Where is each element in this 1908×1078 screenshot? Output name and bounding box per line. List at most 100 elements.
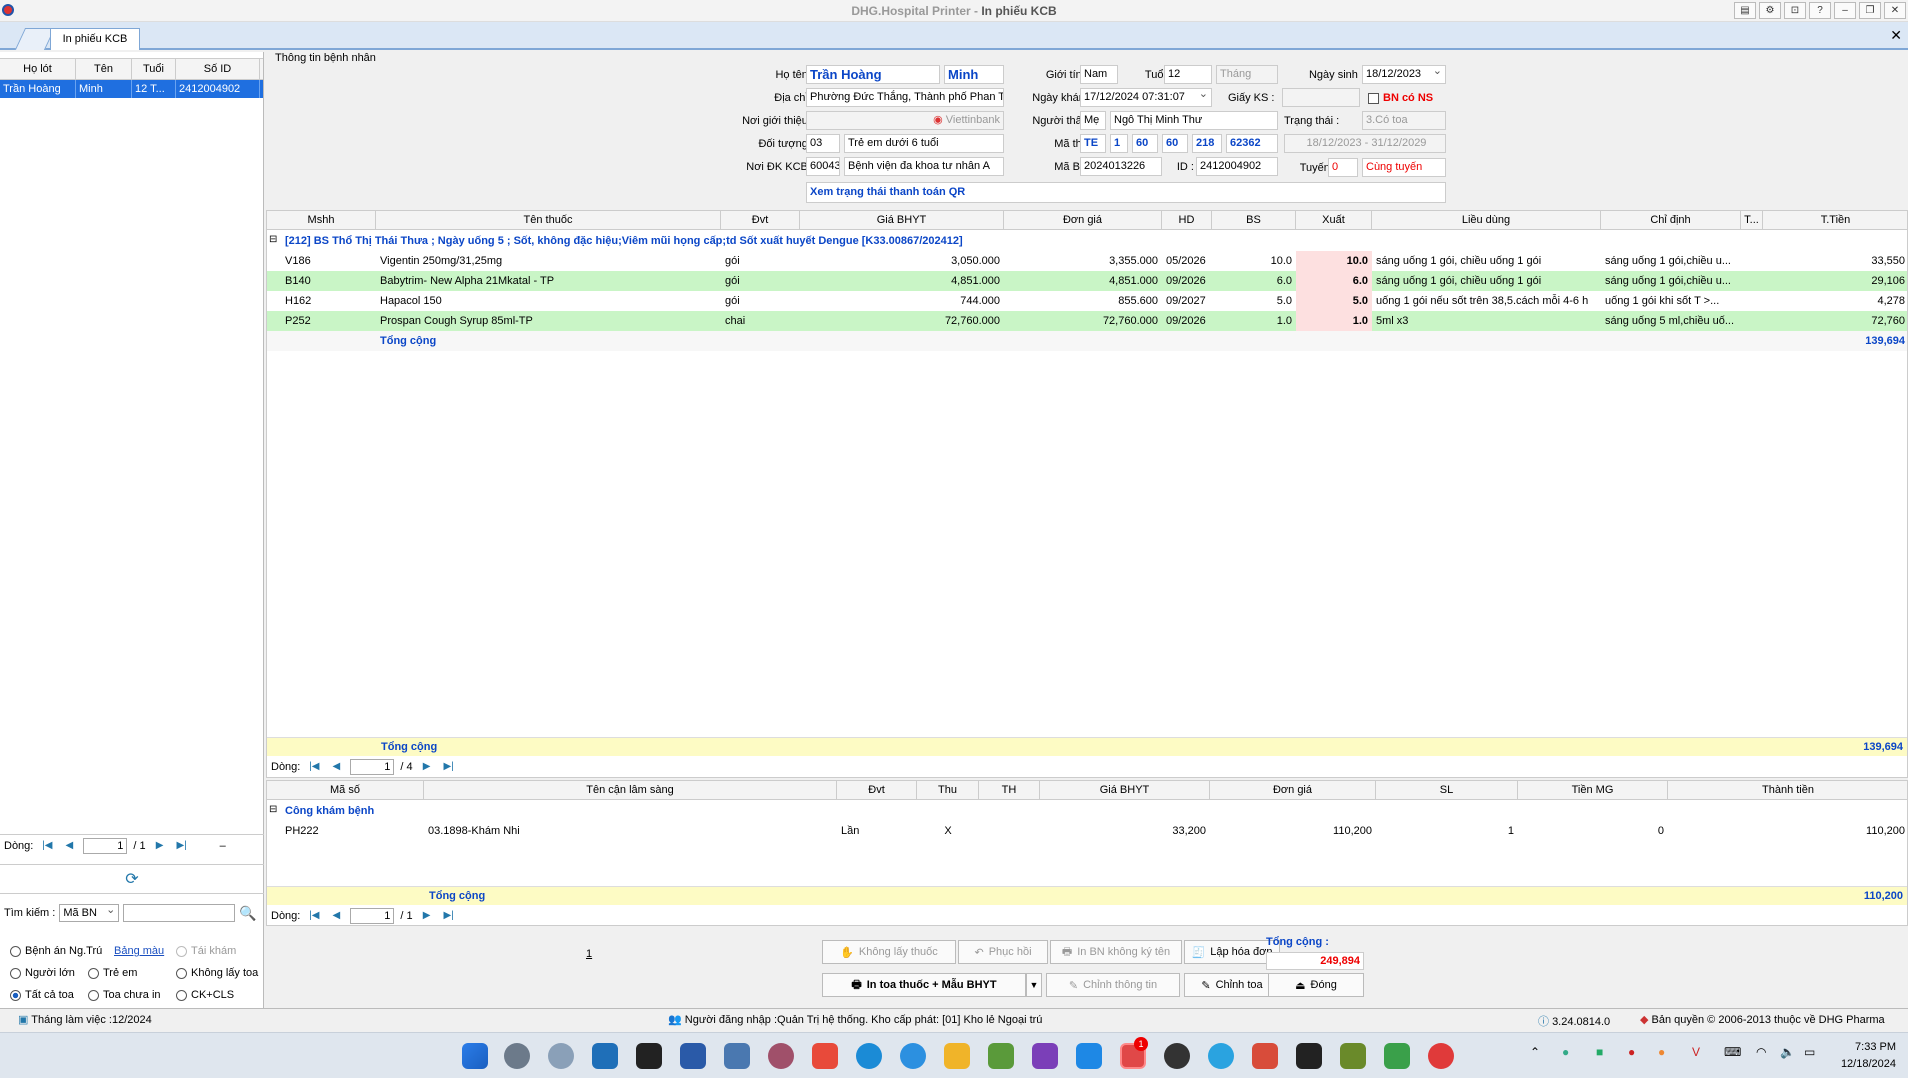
pin-icon[interactable]: ⊡ — [1784, 2, 1806, 19]
ho-lot-field[interactable]: Trần Hoàng — [806, 65, 940, 84]
first-page-icon[interactable]: |◀ — [39, 839, 55, 853]
settings-icon[interactable] — [504, 1043, 530, 1069]
bn-co-ns-checkbox[interactable]: BN có NS — [1368, 92, 1433, 104]
collapse-group-icon[interactable]: ⊟ — [267, 801, 281, 821]
tray-icon[interactable]: V — [1692, 1045, 1700, 1059]
notepad-icon[interactable] — [988, 1043, 1014, 1069]
prev-page-icon[interactable]: ◀ — [328, 760, 344, 774]
col-so-id[interactable]: Số ID — [176, 59, 260, 79]
hospital-icon[interactable] — [1428, 1043, 1454, 1069]
powershell-icon[interactable] — [680, 1043, 706, 1069]
col-chi-dinh[interactable]: Chỉ định — [1601, 211, 1741, 230]
col-sl[interactable]: SL — [1376, 781, 1518, 800]
clock[interactable]: 7:33 PM 12/18/2024 — [1841, 1039, 1896, 1073]
col-ten-can-lam-sang[interactable]: Tên cận lâm sàng — [424, 781, 837, 800]
gear-icon[interactable] — [548, 1043, 574, 1069]
radio-khong-lay-toa[interactable]: Không lấy toa — [176, 967, 258, 979]
telegram-icon[interactable] — [1208, 1043, 1234, 1069]
radio-ck-cls[interactable]: CK+CLS — [176, 989, 234, 1001]
ngay-kham-field[interactable]: 17/12/2024 07:31:07 — [1080, 88, 1212, 107]
ma-the-5[interactable]: 218 — [1192, 134, 1222, 153]
id-field[interactable]: 2412004902 — [1196, 157, 1278, 176]
noi-dk-code-field[interactable]: 60043 — [806, 157, 840, 176]
radio-benh-an[interactable]: Bệnh án Ng.Trú — [10, 945, 114, 957]
search-field-select[interactable]: Mã BN — [59, 902, 120, 922]
giay-ks-field[interactable] — [1282, 88, 1360, 107]
keyboard-icon[interactable]: ⌨ — [1724, 1045, 1741, 1059]
radio-nguoi-lon[interactable]: Người lớn — [10, 967, 88, 979]
settings-icon[interactable]: ⚙ — [1759, 2, 1781, 19]
ma-the-1[interactable]: TE — [1080, 134, 1106, 153]
service-row[interactable]: PH222 03.1898-Khám Nhi Lần X 33,200 110,… — [267, 821, 1907, 841]
in-toa-dropdown-icon[interactable]: ▼ — [1026, 973, 1042, 997]
sublime-icon[interactable] — [812, 1043, 838, 1069]
first-page-icon[interactable]: |◀ — [306, 909, 322, 923]
page-input[interactable]: 1 — [83, 837, 128, 854]
tray-icon[interactable]: ● — [1562, 1045, 1569, 1059]
app-icon-3[interactable] — [1340, 1043, 1366, 1069]
tray-icon[interactable]: ● — [1658, 1045, 1665, 1059]
first-page-icon[interactable]: |◀ — [306, 760, 322, 774]
chatgpt-icon[interactable] — [1164, 1043, 1190, 1069]
bang-mau-link[interactable]: Bảng màu — [114, 945, 176, 957]
drug-row[interactable]: P252 Prospan Cough Syrup 85ml-TP chai 72… — [267, 311, 1907, 331]
chinh-toa-button[interactable]: ✎ Chỉnh toa — [1184, 973, 1280, 997]
col-ho-lot[interactable]: Họ lót — [0, 59, 76, 79]
rider-icon[interactable] — [1296, 1043, 1322, 1069]
next-page-icon[interactable]: ▶ — [419, 909, 435, 923]
tray-icon[interactable]: ■ — [1596, 1045, 1603, 1059]
noi-gioi-thieu-field[interactable]: ◉ Viettinbank — [806, 111, 1004, 130]
tray-icon[interactable]: ● — [1628, 1045, 1635, 1059]
last-page-icon[interactable]: ▶| — [174, 839, 190, 853]
drug-row[interactable]: H162 Hapacol 150 gói 744.000 855.600 09/… — [267, 291, 1907, 311]
visual-studio-icon[interactable] — [1032, 1043, 1058, 1069]
app-icon[interactable] — [768, 1043, 794, 1069]
close-icon[interactable]: ✕ — [1884, 2, 1906, 19]
quan-he-field[interactable]: Mẹ — [1080, 111, 1106, 130]
last-page-icon[interactable]: ▶| — [441, 760, 457, 774]
volume-icon[interactable]: 🔈 — [1780, 1045, 1795, 1059]
drug-row[interactable]: B140 Babytrim- New Alpha 21Mkatal - TP g… — [267, 271, 1907, 291]
last-page-icon[interactable]: ▶| — [441, 909, 457, 923]
folder-icon[interactable] — [944, 1043, 970, 1069]
app-icon-4[interactable] — [1384, 1043, 1410, 1069]
radio-tat-ca-toa[interactable]: Tất cả toa — [10, 989, 88, 1001]
tuyen-code-field[interactable]: 0 — [1328, 158, 1358, 177]
doi-tuong-code-field[interactable]: 03 — [806, 134, 840, 153]
col-bs[interactable]: BS — [1212, 211, 1296, 230]
browser-icon[interactable] — [900, 1043, 926, 1069]
col-don-gia[interactable]: Đơn giá — [1004, 211, 1162, 230]
col-xuat[interactable]: Xuất — [1296, 211, 1372, 230]
ma-the-4[interactable]: 60 — [1162, 134, 1188, 153]
qr-status-field[interactable]: Xem trạng thái thanh toán QR — [806, 182, 1446, 203]
in-bn-khong-ky-ten-button[interactable]: 🖶 In BN không ký tên — [1050, 940, 1182, 964]
col-thu[interactable]: Thu — [917, 781, 979, 800]
ma-the-6[interactable]: 62362 — [1226, 134, 1278, 153]
edge-icon[interactable] — [856, 1043, 882, 1069]
next-page-icon[interactable]: ▶ — [419, 760, 435, 774]
col-gia-bhyt[interactable]: Giá BHYT — [800, 211, 1004, 230]
ten-field[interactable]: Minh — [944, 65, 1004, 84]
ma-bn-field[interactable]: 2024013226 — [1080, 157, 1162, 176]
gioi-tinh-field[interactable]: Nam — [1080, 65, 1118, 84]
col-th[interactable]: TH — [979, 781, 1040, 800]
col-hd[interactable]: HD — [1162, 211, 1212, 230]
start-icon[interactable] — [462, 1043, 488, 1069]
search-icon[interactable]: 🔍 — [239, 905, 256, 922]
maximize-icon[interactable]: ❐ — [1859, 2, 1881, 19]
phuc-hoi-button[interactable]: ↶ Phục hồi — [958, 940, 1048, 964]
tuyen-field[interactable]: Cùng tuyến — [1362, 158, 1446, 177]
ma-the-3[interactable]: 60 — [1132, 134, 1158, 153]
layout-icon[interactable]: ▤ — [1734, 2, 1756, 19]
col-ten[interactable]: Tên — [76, 59, 132, 79]
search-icon[interactable] — [592, 1043, 618, 1069]
close-button[interactable]: ⏏ Đóng — [1268, 973, 1364, 997]
nguoi-than-field[interactable]: Ngô Thị Minh Thư — [1110, 111, 1278, 130]
page-input[interactable]: 1 — [350, 908, 395, 924]
app-icon-2[interactable] — [1252, 1043, 1278, 1069]
battery-icon[interactable]: ▭ — [1804, 1045, 1815, 1059]
ngay-sinh-field[interactable]: 18/12/2023 — [1362, 65, 1446, 84]
tab-close-icon[interactable]: ✕ — [1890, 27, 1902, 44]
noi-dk-field[interactable]: Bệnh viện đa khoa tư nhân A — [844, 157, 1004, 176]
col-dvt[interactable]: Đvt — [837, 781, 917, 800]
